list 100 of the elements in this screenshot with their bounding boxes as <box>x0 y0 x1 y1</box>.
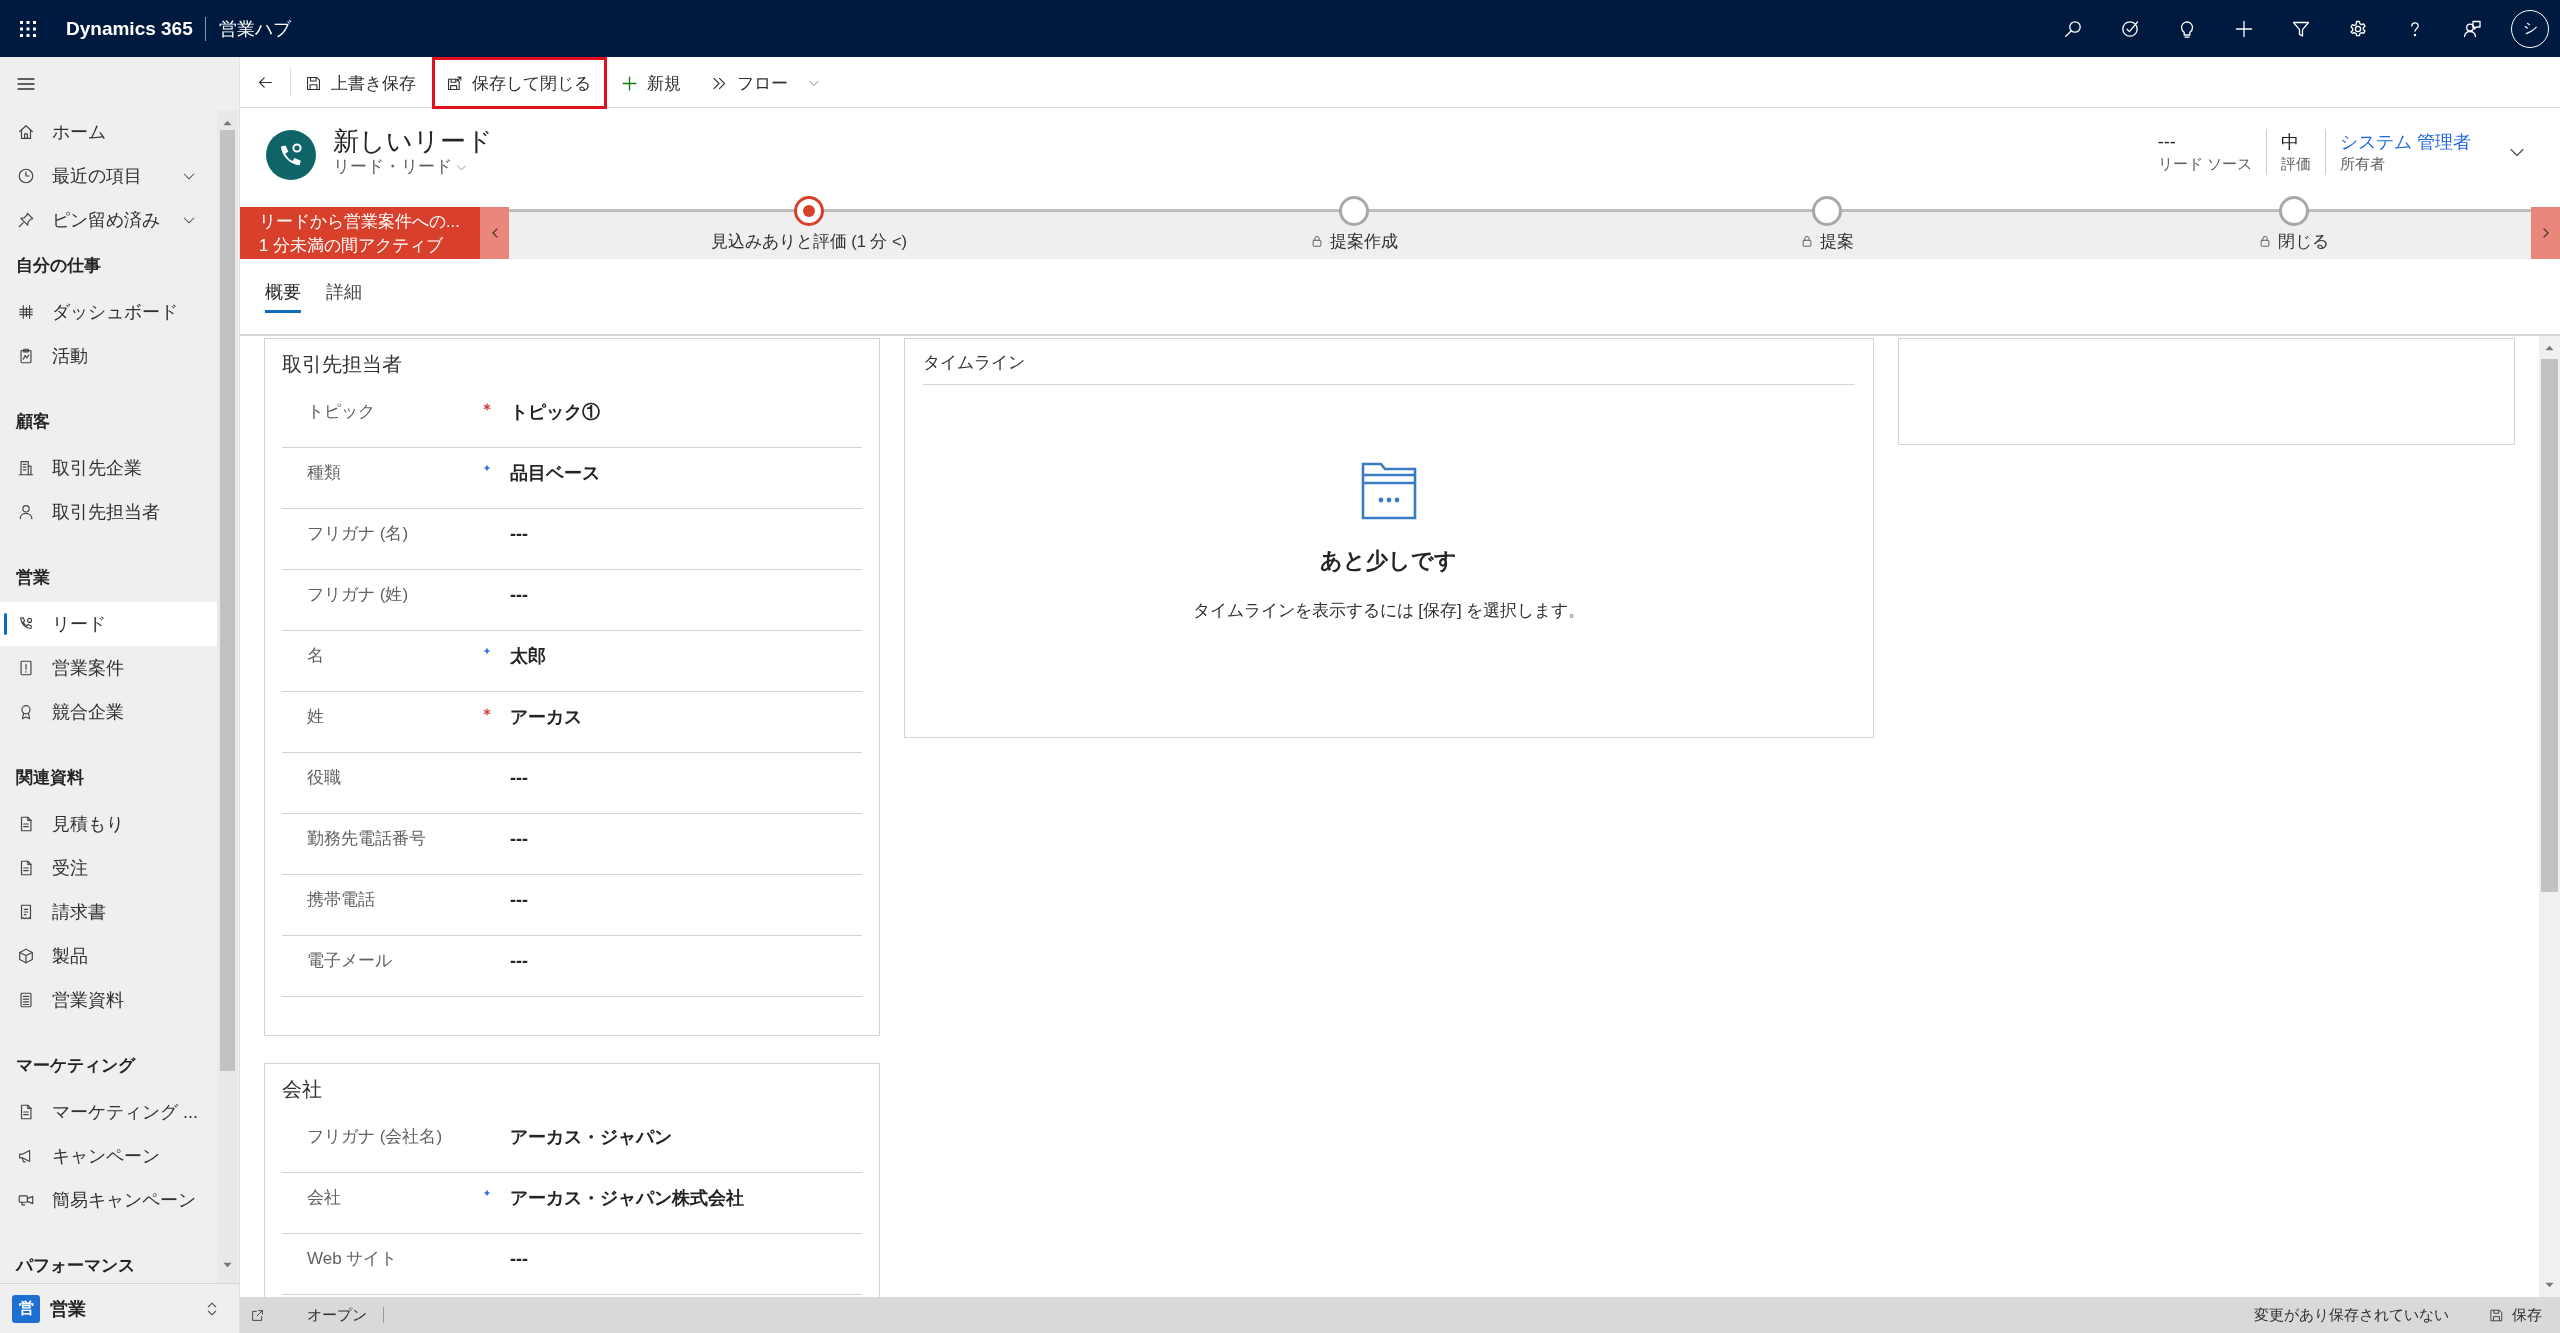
tab[interactable]: 概要 <box>265 259 301 313</box>
field-label: 名 <box>306 645 325 667</box>
field-label: フリガナ (名) <box>306 523 410 545</box>
field-label: 会社 <box>306 1187 342 1209</box>
section-title: 会社 <box>282 1077 323 1102</box>
grid-icon <box>17 303 35 321</box>
header-value: --- <box>2157 131 2176 154</box>
input-field[interactable]: --- <box>510 828 528 850</box>
triangle-down-icon[interactable] <box>2545 1282 2554 1288</box>
nav-heading: 顧客 <box>16 411 51 433</box>
triangle-up-icon[interactable] <box>2545 345 2554 351</box>
nav-item[interactable]: ホーム <box>0 110 217 154</box>
person-icon <box>17 503 35 521</box>
stage-label[interactable]: 閉じる <box>2278 230 2330 252</box>
nav-item[interactable]: ピン留め済み <box>0 198 217 242</box>
empty-state-title: あと少しです <box>1320 547 1458 575</box>
stage-label[interactable]: 提案作成 <box>1329 230 1398 252</box>
field-label: トピック <box>306 401 376 423</box>
input-field[interactable]: 品目ベース <box>510 462 600 484</box>
field-label: 役職 <box>306 767 342 789</box>
header-label: 所有者 <box>2340 154 2385 174</box>
nav-item[interactable]: 簡易キャンペーン <box>0 1178 217 1222</box>
tab[interactable]: 詳細 <box>326 259 362 313</box>
nav-item[interactable]: 最近の項目 <box>0 154 217 198</box>
command-button[interactable]: 上書き保存 <box>291 57 432 109</box>
pin-icon <box>17 211 35 229</box>
nav-item[interactable]: 請求書 <box>0 890 217 934</box>
nav-item[interactable]: ダッシュボード <box>0 290 217 334</box>
unsaved-notice: 変更があり保存されていない <box>2254 1305 2449 1325</box>
input-field[interactable]: --- <box>510 1248 528 1270</box>
stage-marker-icon[interactable] <box>793 196 824 226</box>
waffle-icon[interactable] <box>19 19 37 38</box>
clock-icon <box>17 167 35 185</box>
process-flag[interactable]: リードから営業案件への... 1 分未満の間アクティブ <box>240 207 480 259</box>
brand-name[interactable]: Dynamics 365 <box>66 17 193 40</box>
input-field[interactable]: トピック① <box>510 401 600 423</box>
scrollbar[interactable] <box>217 110 238 1283</box>
triangle-down-icon[interactable] <box>223 1262 232 1268</box>
field-label: フリガナ (会社名) <box>306 1126 444 1148</box>
open-window-icon[interactable] <box>250 1307 265 1323</box>
field-label: 姓 <box>306 706 325 728</box>
search-icon[interactable] <box>2062 18 2083 39</box>
input-field[interactable]: --- <box>510 584 528 606</box>
owner-link[interactable]: システム 管理者 <box>2340 130 2471 154</box>
person-chat-icon[interactable] <box>2461 18 2482 39</box>
nav-heading: マーケティング <box>16 1055 137 1077</box>
triangle-up-icon[interactable] <box>223 120 232 126</box>
list-document-icon <box>17 991 35 1009</box>
check-circle-icon[interactable] <box>2119 18 2140 39</box>
field-label: 携帯電話 <box>306 889 376 911</box>
nav-item[interactable]: 取引先担当者 <box>0 490 217 534</box>
nav-item[interactable]: 競合企業 <box>0 690 217 734</box>
input-field[interactable]: --- <box>510 889 528 911</box>
stage-marker-icon[interactable] <box>1812 196 1843 226</box>
scrollbar-thumb[interactable] <box>2541 359 2558 892</box>
plus-icon[interactable] <box>2233 18 2254 39</box>
nav-item[interactable]: 営業案件 <box>0 646 217 690</box>
process-duration: 1 分未満の間アクティブ <box>259 235 444 256</box>
nav-item[interactable]: 受注 <box>0 846 217 890</box>
nav-item[interactable]: リード <box>0 602 217 646</box>
field-label: 勤務先電話番号 <box>306 828 427 850</box>
app-name[interactable]: 営業ハブ <box>218 16 291 41</box>
plus-icon <box>621 74 638 92</box>
field-label: フリガナ (姓) <box>306 584 410 606</box>
scrollbar-thumb[interactable] <box>220 130 235 1071</box>
input-field[interactable]: アーカス・ジャパン株式会社 <box>510 1187 744 1209</box>
stage-label[interactable]: 見込みありと評価 (1 分 <) <box>710 230 908 252</box>
form-selector[interactable]: リード・リード <box>333 156 468 178</box>
save-close-icon <box>446 74 463 92</box>
nav-item[interactable]: 製品 <box>0 934 217 978</box>
stage-marker-icon[interactable] <box>2278 196 2309 226</box>
input-field[interactable]: アーカス・ジャパン <box>510 1126 672 1148</box>
command-button[interactable]: 保存して閉じる <box>432 57 607 109</box>
field-label: 種類 <box>306 462 342 484</box>
section-title: 取引先担当者 <box>282 352 403 377</box>
nav-heading: 自分の仕事 <box>16 255 102 277</box>
save-button[interactable]: 保存 <box>2489 1305 2542 1325</box>
nav-heading: 営業 <box>16 567 51 589</box>
command-button[interactable]: 新規 <box>607 57 697 109</box>
section-title: タイムライン <box>923 353 1026 372</box>
input-field[interactable]: --- <box>510 523 528 545</box>
nav-item[interactable]: 活動 <box>0 334 217 378</box>
nav-heading: パフォーマンス <box>16 1255 136 1277</box>
nav-item[interactable]: キャンペーン <box>0 1134 217 1178</box>
clipboard-icon <box>17 347 35 365</box>
input-field[interactable]: 太郎 <box>510 645 546 667</box>
field-label: Web サイト <box>306 1248 399 1270</box>
nav-item[interactable]: 取引先企業 <box>0 446 217 490</box>
input-field[interactable]: --- <box>510 950 528 972</box>
stage-label[interactable]: 提案 <box>1820 230 1855 252</box>
nav-item[interactable]: マーケティング ... <box>0 1090 217 1134</box>
area-badge: 営 <box>12 1294 40 1323</box>
input-field[interactable]: アーカス <box>510 706 582 728</box>
scrollbar[interactable] <box>2539 336 2560 1297</box>
stage-marker-icon[interactable] <box>1338 196 1369 226</box>
input-field[interactable]: --- <box>510 767 528 789</box>
command-button[interactable]: フロー <box>697 57 837 109</box>
nav-item[interactable]: 見積もり <box>0 802 217 846</box>
nav-item[interactable]: 営業資料 <box>0 978 217 1022</box>
empty-state-message: タイムラインを表示するには [保存] を選択します。 <box>1192 600 1586 622</box>
